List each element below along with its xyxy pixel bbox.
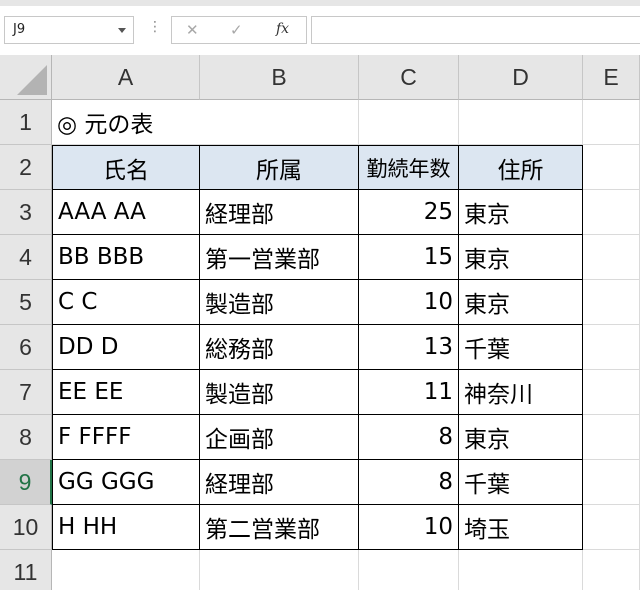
cell-e10[interactable]: [583, 505, 640, 550]
cell-address[interactable]: 東京: [459, 190, 583, 235]
cell-e9[interactable]: [583, 460, 640, 505]
formula-input[interactable]: [311, 16, 640, 44]
cell-years[interactable]: 10: [359, 505, 459, 550]
cell-e5[interactable]: [583, 280, 640, 325]
table-row: 10 H HH 第二営業部 10 埼玉: [0, 505, 640, 550]
table-row: 1 ◎ 元の表: [0, 100, 640, 145]
row-header-2[interactable]: 2: [0, 145, 52, 190]
table-row: 11: [0, 550, 640, 590]
table-row: 3 AAA AA 経理部 25 東京: [0, 190, 640, 235]
cell-d11[interactable]: [459, 550, 583, 590]
table-row: 9 GG GGG 経理部 8 千葉: [0, 460, 640, 505]
cell-e4[interactable]: [583, 235, 640, 280]
cell-e2[interactable]: [583, 145, 640, 190]
cell-years[interactable]: 13: [359, 325, 459, 370]
cell-e8[interactable]: [583, 415, 640, 460]
row-header-1[interactable]: 1: [0, 100, 52, 145]
row-header-5[interactable]: 5: [0, 280, 52, 325]
cell-e3[interactable]: [583, 190, 640, 235]
cell-a11[interactable]: [52, 550, 200, 590]
row-header-4[interactable]: 4: [0, 235, 52, 280]
cell-d1[interactable]: [459, 100, 583, 145]
cell-years[interactable]: 8: [359, 415, 459, 460]
cell-address[interactable]: 東京: [459, 415, 583, 460]
select-all-triangle-icon: [17, 65, 47, 95]
cell-e11[interactable]: [583, 550, 640, 590]
header-years[interactable]: 勤続年数: [359, 145, 459, 190]
cell-name[interactable]: DD D: [52, 325, 200, 370]
column-header-a[interactable]: A: [52, 55, 200, 100]
cell-name[interactable]: GG GGG: [52, 460, 200, 505]
row-header-11[interactable]: 11: [0, 550, 52, 590]
cell-b1[interactable]: [200, 100, 359, 145]
header-address[interactable]: 住所: [459, 145, 583, 190]
header-name[interactable]: 氏名: [52, 145, 200, 190]
formula-bar: J9 ⋮ ✕ ✓ fx: [0, 0, 640, 52]
header-dept[interactable]: 所属: [200, 145, 359, 190]
row-header-8[interactable]: 8: [0, 415, 52, 460]
column-header-b[interactable]: B: [200, 55, 359, 100]
cell-dept[interactable]: 第二営業部: [200, 505, 359, 550]
spreadsheet-grid: A B C D E 1 ◎ 元の表 2 氏名 所属 勤続年数 住所 3 AAA …: [0, 55, 640, 590]
check-icon[interactable]: ✓: [230, 21, 243, 39]
row-header-10[interactable]: 10: [0, 505, 52, 550]
cell-a1[interactable]: ◎ 元の表: [52, 100, 200, 145]
row-header-6[interactable]: 6: [0, 325, 52, 370]
chevron-down-icon[interactable]: [118, 28, 126, 33]
cell-dept[interactable]: 経理部: [200, 190, 359, 235]
cell-name[interactable]: AAA AA: [52, 190, 200, 235]
cell-dept[interactable]: 経理部: [200, 460, 359, 505]
cell-name[interactable]: H HH: [52, 505, 200, 550]
cell-c1[interactable]: [359, 100, 459, 145]
cell-address[interactable]: 千葉: [459, 460, 583, 505]
cell-dept[interactable]: 総務部: [200, 325, 359, 370]
cell-address[interactable]: 東京: [459, 235, 583, 280]
table-row: 5 C C 製造部 10 東京: [0, 280, 640, 325]
cell-e6[interactable]: [583, 325, 640, 370]
cell-address[interactable]: 東京: [459, 280, 583, 325]
select-all-button[interactable]: [0, 55, 52, 100]
cell-name[interactable]: EE EE: [52, 370, 200, 415]
cell-dept[interactable]: 第一営業部: [200, 235, 359, 280]
cell-years[interactable]: 11: [359, 370, 459, 415]
cell-dept[interactable]: 企画部: [200, 415, 359, 460]
cell-name[interactable]: F FFFF: [52, 415, 200, 460]
name-box-value: J9: [13, 22, 26, 37]
cell-c11[interactable]: [359, 550, 459, 590]
table-header-row: 2 氏名 所属 勤続年数 住所: [0, 145, 640, 190]
cell-b11[interactable]: [200, 550, 359, 590]
cell-name[interactable]: BB BBB: [52, 235, 200, 280]
cell-e1[interactable]: [583, 100, 640, 145]
cell-years[interactable]: 10: [359, 280, 459, 325]
table-row: 6 DD D 総務部 13 千葉: [0, 325, 640, 370]
cell-dept[interactable]: 製造部: [200, 370, 359, 415]
formula-buttons: ✕ ✓ fx: [171, 16, 307, 44]
cancel-icon[interactable]: ✕: [186, 21, 199, 39]
table-row: 7 EE EE 製造部 11 神奈川: [0, 370, 640, 415]
cell-years[interactable]: 8: [359, 460, 459, 505]
cell-e7[interactable]: [583, 370, 640, 415]
cell-address[interactable]: 埼玉: [459, 505, 583, 550]
row-header-9[interactable]: 9: [0, 460, 52, 505]
row-header-7[interactable]: 7: [0, 370, 52, 415]
cell-address[interactable]: 神奈川: [459, 370, 583, 415]
row-header-3[interactable]: 3: [0, 190, 52, 235]
cell-address[interactable]: 千葉: [459, 325, 583, 370]
table-row: 4 BB BBB 第一営業部 15 東京: [0, 235, 640, 280]
column-header-e[interactable]: E: [583, 55, 640, 100]
cell-name[interactable]: C C: [52, 280, 200, 325]
table-row: 8 F FFFF 企画部 8 東京: [0, 415, 640, 460]
cell-years[interactable]: 25: [359, 190, 459, 235]
column-header-c[interactable]: C: [359, 55, 459, 100]
name-box[interactable]: J9: [4, 16, 134, 44]
insert-function-icon[interactable]: fx: [276, 21, 289, 37]
cell-years[interactable]: 15: [359, 235, 459, 280]
formula-bar-grip-icon[interactable]: ⋮: [148, 20, 162, 34]
column-header-d[interactable]: D: [459, 55, 583, 100]
cell-dept[interactable]: 製造部: [200, 280, 359, 325]
ribbon-edge: [0, 0, 640, 6]
